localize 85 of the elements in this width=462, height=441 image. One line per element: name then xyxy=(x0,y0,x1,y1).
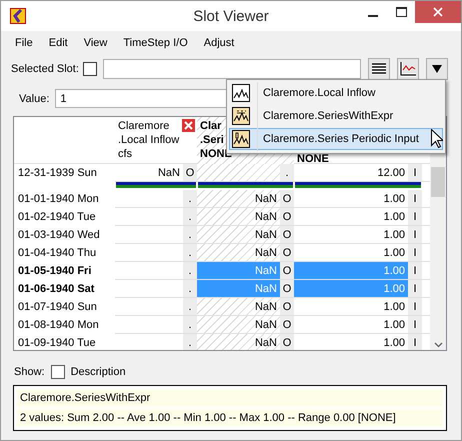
column-header: Claremore .Local Inflow cfs xyxy=(118,119,180,161)
flag-cell: I xyxy=(408,334,422,350)
flag-cell: O xyxy=(280,298,294,315)
column-header: NONE xyxy=(297,152,329,166)
menu-item[interactable]: View xyxy=(76,35,116,51)
table-cell: NaN xyxy=(197,316,280,333)
flag-cell: I xyxy=(408,262,422,279)
menu-item[interactable]: Adjust xyxy=(196,35,242,51)
caret-icon xyxy=(432,65,442,73)
list-view-button[interactable] xyxy=(368,58,390,80)
flag-cell: I xyxy=(408,280,422,297)
list-icon xyxy=(372,63,386,75)
flag-cell: . xyxy=(183,190,197,207)
flag-cell: . xyxy=(183,244,197,261)
flag-cell: O xyxy=(183,164,197,181)
flag-cell: . xyxy=(183,298,197,315)
table-cell-text: 1.00 xyxy=(382,336,406,350)
table-cell: NaN xyxy=(197,280,280,297)
scrollbar-thumb[interactable] xyxy=(431,167,446,197)
graph-icon xyxy=(232,84,250,102)
flag-cell: I xyxy=(408,298,422,315)
table-cell: NaN xyxy=(197,262,280,279)
flag-cell: I xyxy=(408,190,422,207)
flag-cell: . xyxy=(280,164,294,181)
chevron-down-icon[interactable] xyxy=(434,342,443,348)
table-cell-text: 1.00 xyxy=(382,210,406,225)
flag-cell: O xyxy=(280,334,294,350)
table-cell-text: NaN xyxy=(156,166,181,181)
table-cell-text: 1.00 xyxy=(382,228,406,243)
flag-cell: O xyxy=(280,316,294,333)
flag-cell: . xyxy=(183,262,197,279)
maximize-icon xyxy=(396,7,406,17)
table-cell: NaN xyxy=(197,190,280,207)
flag-cell: O xyxy=(280,190,294,207)
flag-cell: . xyxy=(183,208,197,225)
table-cell-text: 12.00 xyxy=(376,166,406,181)
table-cell: 1.00 xyxy=(294,262,408,279)
flag-cell: . xyxy=(183,280,197,297)
selected-slot-label: Selected Slot: xyxy=(11,63,79,75)
close-button[interactable] xyxy=(415,1,461,23)
table-cell: NaN xyxy=(197,298,280,315)
flag-cell: . xyxy=(183,226,197,243)
flag-cell: I xyxy=(408,316,422,333)
flag-cell: . xyxy=(183,334,197,350)
mouse-cursor-icon xyxy=(431,129,443,148)
menu-item[interactable]: File xyxy=(7,35,41,51)
selected-slot-field[interactable] xyxy=(102,59,361,79)
value-label: Value: xyxy=(19,92,50,104)
flag-cell: O xyxy=(280,280,294,297)
flag-cell: I xyxy=(408,226,422,243)
dropdown-item[interactable]: Claremore.Series Periodic Input xyxy=(229,128,443,150)
graph-icon xyxy=(232,130,250,148)
flag-cell: O xyxy=(280,208,294,225)
table-cell-text: 1.00 xyxy=(382,192,406,207)
flag-cell: I xyxy=(408,244,422,261)
dropdown-item[interactable]: Claremore.SeriesWithExpr xyxy=(229,105,443,127)
menu-item[interactable]: TimeStep I/O xyxy=(115,35,196,51)
slot-checkbox[interactable] xyxy=(82,62,97,76)
flag-cell: I xyxy=(408,164,422,181)
table-cell-text: 1.00 xyxy=(382,246,406,261)
flag-cell: I xyxy=(408,208,422,225)
menu-item[interactable]: Edit xyxy=(40,35,76,51)
window-title: Slot Viewer xyxy=(193,8,269,24)
app-logo-icon xyxy=(10,8,26,24)
table-cell-text: 1.00 xyxy=(382,318,406,333)
graph-icon xyxy=(232,107,250,125)
plot-button[interactable] xyxy=(396,58,419,80)
flag-cell: O xyxy=(280,226,294,243)
table-cell: 1.00 xyxy=(294,280,408,297)
dropdown-button[interactable] xyxy=(426,58,448,80)
flag-cell: O xyxy=(280,244,294,261)
show-label: Show: xyxy=(14,366,45,378)
close-icon[interactable] xyxy=(182,119,195,132)
table-cell: NaN xyxy=(197,244,280,261)
close-icon xyxy=(433,7,443,17)
table-cell-text: 1.00 xyxy=(382,300,406,315)
flag-cell: . xyxy=(183,316,197,333)
chart-icon xyxy=(400,62,416,76)
description-checkbox[interactable] xyxy=(50,365,65,379)
minimize-icon xyxy=(368,14,378,16)
table-cell: NaN xyxy=(197,208,280,225)
description-label[interactable]: Description xyxy=(70,366,126,378)
table-cell: NaN xyxy=(197,334,280,350)
flag-cell: O xyxy=(280,262,294,279)
table-cell: NaN xyxy=(197,226,280,243)
